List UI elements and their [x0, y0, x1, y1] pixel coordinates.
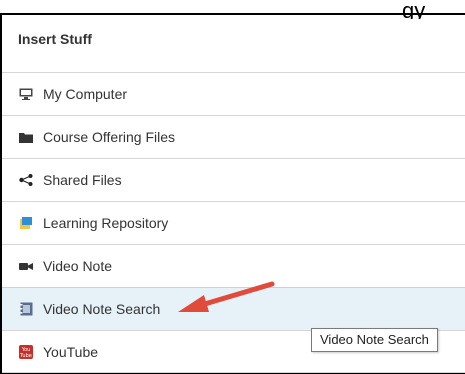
annotation-arrow: [178, 281, 275, 312]
computer-icon: [19, 87, 33, 101]
svg-text:Tube: Tube: [19, 353, 32, 359]
source-item-label: YouTube: [43, 343, 99, 360]
background-text: gy: [402, 3, 426, 19]
source-item-shared-files[interactable]: Shared Files: [2, 158, 465, 201]
source-item-course-offering-files[interactable]: Course Offering Files: [2, 115, 465, 158]
source-item-label: Video Note: [43, 258, 113, 274]
dialog-title: Insert Stuff: [18, 31, 92, 47]
youtube-icon: You Tube: [19, 344, 33, 359]
source-item-learning-repository[interactable]: Learning Repository: [2, 201, 465, 244]
source-item-label: Course Offering Files: [43, 129, 176, 145]
video-search-icon: [19, 302, 33, 316]
source-item-label: Video Note Search: [43, 301, 161, 317]
share-icon: [19, 173, 33, 187]
source-item-label: Learning Repository: [43, 215, 169, 231]
folder-icon: [19, 130, 33, 144]
source-item-my-computer[interactable]: My Computer: [2, 72, 465, 115]
tooltip: Video Note Search: [311, 328, 438, 352]
repository-icon: [19, 216, 33, 230]
source-item-label: My Computer: [43, 86, 128, 102]
source-item-label: Shared Files: [43, 172, 122, 188]
video-camera-icon: [19, 259, 33, 273]
